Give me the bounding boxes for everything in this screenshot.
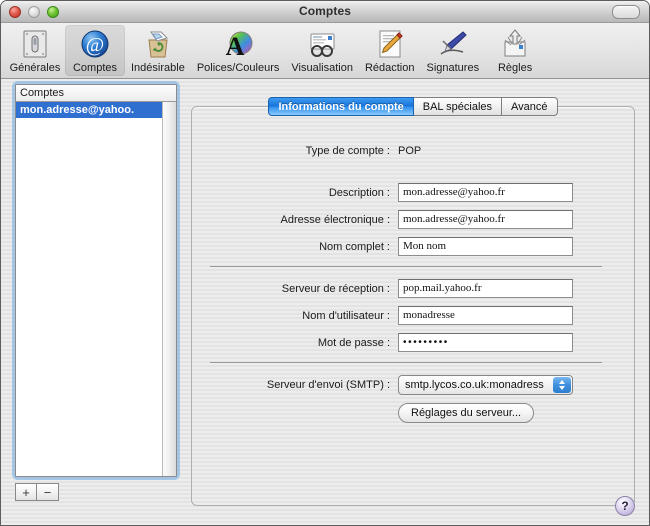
toolbar-item-label: Rédaction bbox=[364, 62, 415, 74]
window-controls bbox=[9, 5, 59, 18]
add-account-button[interactable]: + bbox=[15, 483, 37, 501]
viewing-glasses-icon bbox=[310, 33, 335, 57]
fonts-colors-icon: A bbox=[226, 31, 253, 60]
chevron-up-icon bbox=[559, 380, 565, 384]
minimize-button[interactable] bbox=[28, 5, 40, 18]
server-settings-button[interactable]: Réglages du serveur... bbox=[398, 403, 535, 423]
chevron-updown-icon bbox=[553, 377, 571, 393]
row-smtp-server: Serveur d'envoi (SMTP) : smtp.lycos.co.u… bbox=[200, 375, 612, 395]
tab-bal-speciales[interactable]: BAL spéciales bbox=[413, 97, 503, 116]
list-item[interactable]: mon.adresse@yahoo. bbox=[16, 102, 162, 118]
separator-1 bbox=[210, 266, 602, 267]
toolbar-item-comptes[interactable]: @ Comptes bbox=[65, 25, 125, 76]
row-description: Description : mon.adresse@yahoo.fr bbox=[200, 183, 612, 202]
accounts-list[interactable]: Comptes mon.adresse@yahoo. bbox=[15, 84, 177, 477]
account-info-form: Type de compte : POP Description : mon.a… bbox=[192, 107, 634, 505]
username-label: Nom d'utilisateur : bbox=[302, 309, 390, 322]
username-input[interactable]: monadresse bbox=[398, 306, 573, 325]
password-input[interactable]: ••••••••• bbox=[398, 333, 573, 352]
row-account-type: Type de compte : POP bbox=[200, 145, 612, 157]
at-sign-icon: @ bbox=[81, 30, 109, 58]
separator-2 bbox=[210, 362, 602, 363]
toolbar-item-label: Visualisation bbox=[291, 62, 353, 74]
remove-account-button[interactable]: − bbox=[37, 483, 59, 501]
window-title: Comptes bbox=[298, 4, 352, 18]
description-label: Description : bbox=[328, 186, 390, 199]
password-label: Mot de passe : bbox=[317, 336, 390, 349]
accounts-list-body: mon.adresse@yahoo. bbox=[16, 102, 162, 476]
toolbar-item-label: Indésirable bbox=[131, 62, 185, 74]
email-address-input[interactable]: mon.adresse@yahoo.fr bbox=[398, 210, 573, 229]
help-button[interactable]: ? bbox=[615, 496, 635, 516]
svg-text:@: @ bbox=[86, 34, 104, 56]
accounts-list-header: Comptes bbox=[16, 85, 176, 102]
general-prefs-icon bbox=[23, 30, 47, 58]
toolbar-item-label: Signatures bbox=[426, 62, 480, 74]
toolbar-item-label: Générales bbox=[9, 62, 61, 74]
chevron-down-icon bbox=[559, 386, 565, 390]
toolbar-item-label: Comptes bbox=[72, 62, 118, 74]
row-username: Nom d'utilisateur : monadresse bbox=[200, 306, 612, 325]
full-name-label: Nom complet : bbox=[319, 240, 390, 253]
account-tabview: Informations du compte BAL spéciales Ava… bbox=[191, 97, 635, 507]
toolbar-item-polices-couleurs[interactable]: A Polices/Couleurs bbox=[191, 25, 286, 76]
tab-avance[interactable]: Avancé bbox=[502, 97, 558, 116]
toolbar-item-label: Polices/Couleurs bbox=[196, 62, 280, 74]
full-name-input[interactable]: Mon nom bbox=[398, 237, 573, 256]
smtp-server-label: Serveur d'envoi (SMTP) : bbox=[266, 379, 390, 391]
accounts-list-container: Comptes mon.adresse@yahoo. bbox=[12, 81, 180, 480]
row-server-settings: Réglages du serveur... bbox=[200, 403, 612, 423]
email-address-label: Adresse électronique : bbox=[280, 213, 390, 226]
incoming-server-label: Serveur de réception : bbox=[281, 282, 390, 295]
zoom-button[interactable] bbox=[47, 5, 59, 18]
tab-panel-account-info: Type de compte : POP Description : mon.a… bbox=[191, 106, 635, 506]
close-button[interactable] bbox=[9, 5, 21, 18]
row-email-address: Adresse électronique : mon.adresse@yahoo… bbox=[200, 210, 612, 229]
account-type-label: Type de compte : bbox=[305, 145, 390, 157]
toolbar-toggle-button[interactable] bbox=[612, 5, 640, 19]
preferences-body: Comptes mon.adresse@yahoo. + − Informati… bbox=[1, 79, 649, 525]
junk-mail-bin-icon bbox=[148, 31, 168, 58]
preferences-window: Comptes Générales @ Comptes Indésirable … bbox=[0, 0, 650, 526]
preferences-toolbar: Générales @ Comptes Indésirable A Police… bbox=[1, 23, 649, 79]
window-titlebar: Comptes bbox=[1, 1, 649, 23]
accounts-list-scrollbar[interactable] bbox=[162, 102, 176, 476]
toolbar-item-indesirable[interactable]: Indésirable bbox=[125, 25, 191, 76]
toolbar-item-signatures[interactable]: Signatures bbox=[420, 25, 485, 76]
smtp-server-select[interactable]: smtp.lycos.co.uk:monadress bbox=[398, 375, 573, 395]
toolbar-item-visualisation[interactable]: Visualisation bbox=[285, 25, 359, 76]
compose-pencil-icon bbox=[379, 30, 403, 58]
incoming-server-input[interactable]: pop.mail.yahoo.fr bbox=[398, 279, 573, 298]
toolbar-item-regles[interactable]: Règles bbox=[485, 25, 545, 76]
toolbar-item-generales[interactable]: Générales bbox=[5, 25, 65, 76]
signature-pen-icon bbox=[440, 31, 467, 55]
rules-icon bbox=[504, 29, 526, 57]
account-type-value: POP bbox=[398, 145, 422, 157]
account-add-remove-group: + − bbox=[15, 483, 59, 501]
toolbar-item-redaction[interactable]: Rédaction bbox=[359, 25, 421, 76]
row-incoming-server: Serveur de réception : pop.mail.yahoo.fr bbox=[200, 279, 612, 298]
toolbar-item-label: Règles bbox=[497, 62, 533, 74]
description-input[interactable]: mon.adresse@yahoo.fr bbox=[398, 183, 573, 202]
smtp-server-value: smtp.lycos.co.uk:monadress bbox=[405, 379, 544, 391]
tab-informations-du-compte[interactable]: Informations du compte bbox=[268, 97, 414, 116]
svg-text:A: A bbox=[226, 32, 245, 60]
row-full-name: Nom complet : Mon nom bbox=[200, 237, 612, 256]
tab-bar: Informations du compte BAL spéciales Ava… bbox=[191, 97, 635, 117]
row-password: Mot de passe : ••••••••• bbox=[200, 333, 612, 352]
